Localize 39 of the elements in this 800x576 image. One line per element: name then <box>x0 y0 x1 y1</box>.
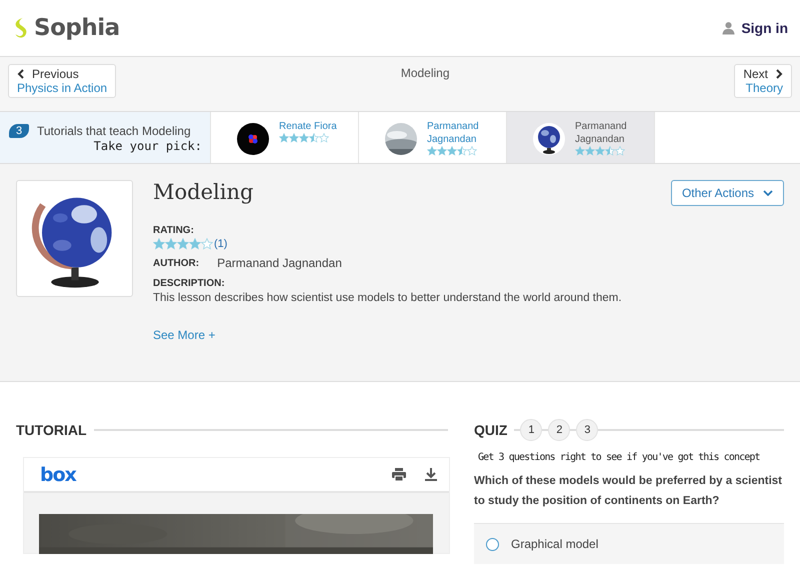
download-icon[interactable] <box>423 467 439 482</box>
lesson-title: Modeling <box>153 180 254 204</box>
question-step[interactable]: 3 <box>576 419 598 441</box>
see-more-link[interactable]: See More + <box>153 328 216 342</box>
description-label: DESCRIPTION: <box>153 278 226 289</box>
author-link[interactable]: Renate Fiora <box>279 120 337 133</box>
description-text: This lesson describes how scientist use models to better understand the world around them. <box>153 292 623 304</box>
tutorial-card[interactable]: Parmanand Jagnandan <box>359 112 507 163</box>
question-text: Which of these models would be preferred by a scientist to study the position of continents on Earth? <box>474 474 784 509</box>
chevron-left-icon <box>17 69 25 79</box>
author-link[interactable]: Parmanand Jagnandan <box>575 120 654 146</box>
tutorials-label: Tutorials that teach Modeling <box>37 124 191 138</box>
current-lesson-title: Modeling <box>400 65 450 80</box>
question-step[interactable]: 2 <box>548 419 570 441</box>
author-label: AUTHOR: <box>153 258 200 268</box>
previous-button[interactable]: Previous Physics in Action <box>8 64 116 98</box>
rating-count[interactable]: (1) <box>214 238 228 250</box>
person-icon <box>722 21 736 35</box>
tutorial-card[interactable]: Parmanand Jagnandan <box>507 112 655 163</box>
question-step[interactable]: 1 <box>520 419 542 441</box>
rating-label: RATING: <box>153 225 195 236</box>
tutorial-card[interactable]: Renate Fiora <box>211 112 359 163</box>
next-button[interactable]: Next Theory <box>734 64 792 98</box>
section-heading: QUIZ <box>474 422 508 438</box>
print-icon[interactable] <box>391 467 407 482</box>
logo[interactable]: Sophia <box>34 15 120 41</box>
chevron-right-icon <box>775 69 783 79</box>
quiz-hint: Get 3 questions right to see if you've got this concept <box>478 452 761 463</box>
other-actions-button[interactable]: Other Actions <box>670 180 784 206</box>
count-badge: 3 <box>9 124 29 138</box>
section-heading: TUTORIAL <box>16 422 87 438</box>
chevron-down-icon <box>763 190 773 196</box>
answer-option[interactable]: Graphical model <box>474 523 784 564</box>
radio-button[interactable] <box>486 538 499 550</box>
sign-in-link[interactable]: Sign in <box>722 20 788 36</box>
pick-label: Take your pick: <box>92 139 203 153</box>
author-link[interactable]: Parmanand Jagnandan <box>427 120 506 146</box>
author-name: Parmanand Jagnandan <box>217 256 342 270</box>
viewer-logo[interactable]: box <box>40 464 76 486</box>
